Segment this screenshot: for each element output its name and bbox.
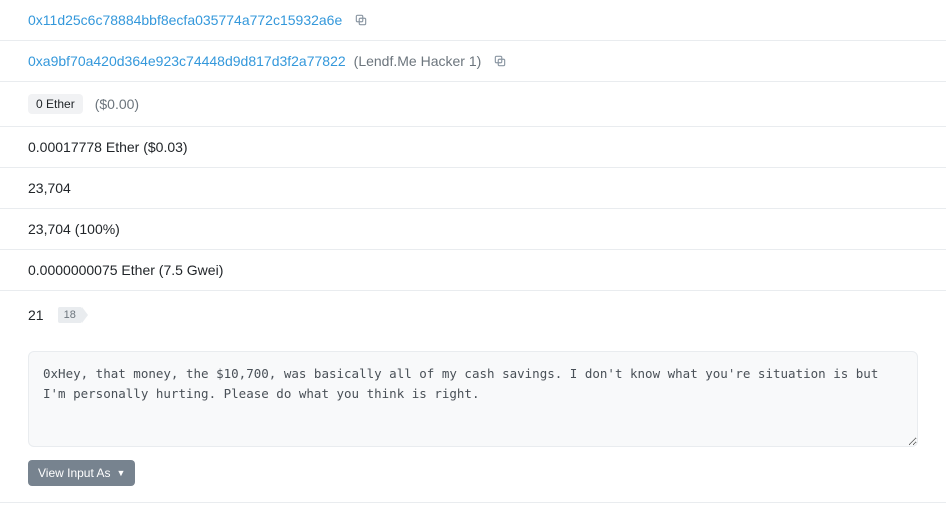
gas-price-value: 0.0000000075 Ether (7.5 Gwei)	[28, 262, 223, 278]
value-row: 0 Ether ($0.00)	[0, 82, 946, 127]
view-input-label: View Input As	[38, 466, 111, 480]
position-badge: 18	[58, 307, 82, 323]
gas-limit-value: 23,704	[28, 180, 71, 196]
to-address-link[interactable]: 0xa9bf70a420d364e923c74448d9d817d3f2a778…	[28, 53, 346, 69]
fee-row: 0.00017778 Ether ($0.03)	[0, 127, 946, 168]
fee-value: 0.00017778 Ether ($0.03)	[28, 139, 188, 155]
gas-limit-row: 23,704	[0, 168, 946, 209]
nonce-value: 21	[28, 307, 44, 323]
to-row: 0xa9bf70a420d364e923c74448d9d817d3f2a778…	[0, 41, 946, 82]
chevron-down-icon: ▼	[117, 468, 126, 478]
nonce-row: 21 18	[0, 291, 946, 339]
gas-used-row: 23,704 (100%)	[0, 209, 946, 250]
value-badge: 0 Ether	[28, 94, 83, 114]
from-address-link[interactable]: 0x11d25c6c78884bbf8ecfa035774a772c15932a…	[28, 12, 342, 28]
gas-price-row: 0.0000000075 Ether (7.5 Gwei)	[0, 250, 946, 291]
view-input-as-button[interactable]: View Input As ▼	[28, 460, 135, 486]
input-data-textarea[interactable]	[28, 351, 918, 447]
copy-icon[interactable]	[354, 13, 368, 27]
from-row: 0x11d25c6c78884bbf8ecfa035774a772c15932a…	[0, 0, 946, 41]
value-usd: ($0.00)	[95, 96, 139, 112]
input-data-section: View Input As ▼	[0, 339, 946, 503]
gas-used-value: 23,704 (100%)	[28, 221, 120, 237]
to-label: (Lendf.Me Hacker 1)	[354, 53, 482, 69]
copy-icon[interactable]	[493, 54, 507, 68]
